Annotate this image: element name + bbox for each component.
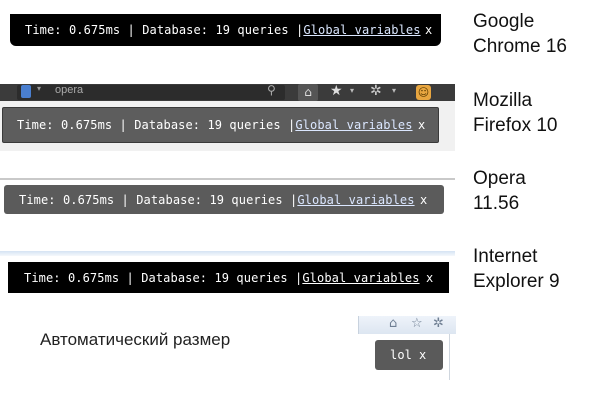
home-icon[interactable]: ⌂: [389, 316, 397, 331]
star-icon[interactable]: ★: [330, 83, 343, 99]
global-variables-link[interactable]: Global variables: [302, 271, 419, 285]
scrollbar-edge: [449, 334, 450, 380]
magnifier-icon[interactable]: ⚲: [267, 83, 276, 97]
ie-toolbar-edge: [0, 251, 455, 256]
close-button[interactable]: x: [426, 271, 433, 285]
debug-bar-stats: Time: 0.675ms | Database: 19 queries |: [17, 118, 296, 132]
close-button[interactable]: x: [425, 23, 432, 37]
firefox-debug-bar: Time: 0.675ms | Database: 19 queries | G…: [2, 107, 439, 143]
ie-debug-bar: Time: 0.675ms | Database: 19 queries | G…: [8, 262, 449, 293]
close-button[interactable]: x: [418, 118, 425, 132]
debug-bar-stats: Time: 0.675ms | Database: 19 queries |: [25, 23, 304, 37]
chrome-debug-bar: Time: 0.675ms | Database: 19 queries | G…: [10, 14, 441, 46]
search-input[interactable]: opera: [55, 84, 83, 96]
debug-bar-stats: Time: 0.675ms | Database: 19 queries |: [24, 270, 303, 285]
global-variables-link[interactable]: Global variables: [295, 118, 412, 132]
browser-label-firefox: Mozilla Firefox 10: [473, 90, 558, 136]
close-button[interactable]: x: [419, 348, 426, 362]
ie-mini-toolbar: ⌂ ☆ ✲: [358, 316, 456, 334]
close-button[interactable]: x: [420, 193, 427, 207]
chevron-down-icon[interactable]: ▾: [392, 86, 396, 95]
browser-label-ie: Internet Explorer 9: [473, 246, 560, 292]
home-icon[interactable]: ⌂: [298, 84, 318, 101]
debug-bar-stats: Time: 0.675ms | Database: 19 queries |: [19, 192, 298, 207]
opera-debug-bar: Time: 0.675ms | Database: 19 queries | G…: [4, 185, 444, 214]
browser-label-chrome: Google Chrome 16: [473, 11, 567, 57]
smiley-addon-icon[interactable]: ☺: [416, 85, 431, 100]
star-icon[interactable]: ☆: [411, 316, 423, 331]
search-engine-icon: [21, 85, 31, 98]
firefox-search-box[interactable]: ▾ opera ⚲: [17, 83, 285, 100]
gear-icon[interactable]: ✲: [433, 316, 444, 331]
dropdown-icon[interactable]: ▾: [37, 84, 41, 93]
browser-label-opera: Opera 11.56: [473, 168, 526, 214]
chevron-down-icon[interactable]: ▾: [350, 86, 354, 95]
gear-icon[interactable]: ✲: [370, 83, 382, 99]
auto-size-caption: Автоматический размер: [40, 330, 231, 349]
global-variables-link[interactable]: Global variables: [297, 193, 414, 207]
auto-size-debug-bar: lol x: [375, 340, 443, 370]
opera-toolbar-edge: [0, 178, 455, 180]
global-variables-link[interactable]: Global variables: [303, 23, 420, 37]
debug-bar-text: lol: [390, 348, 412, 362]
